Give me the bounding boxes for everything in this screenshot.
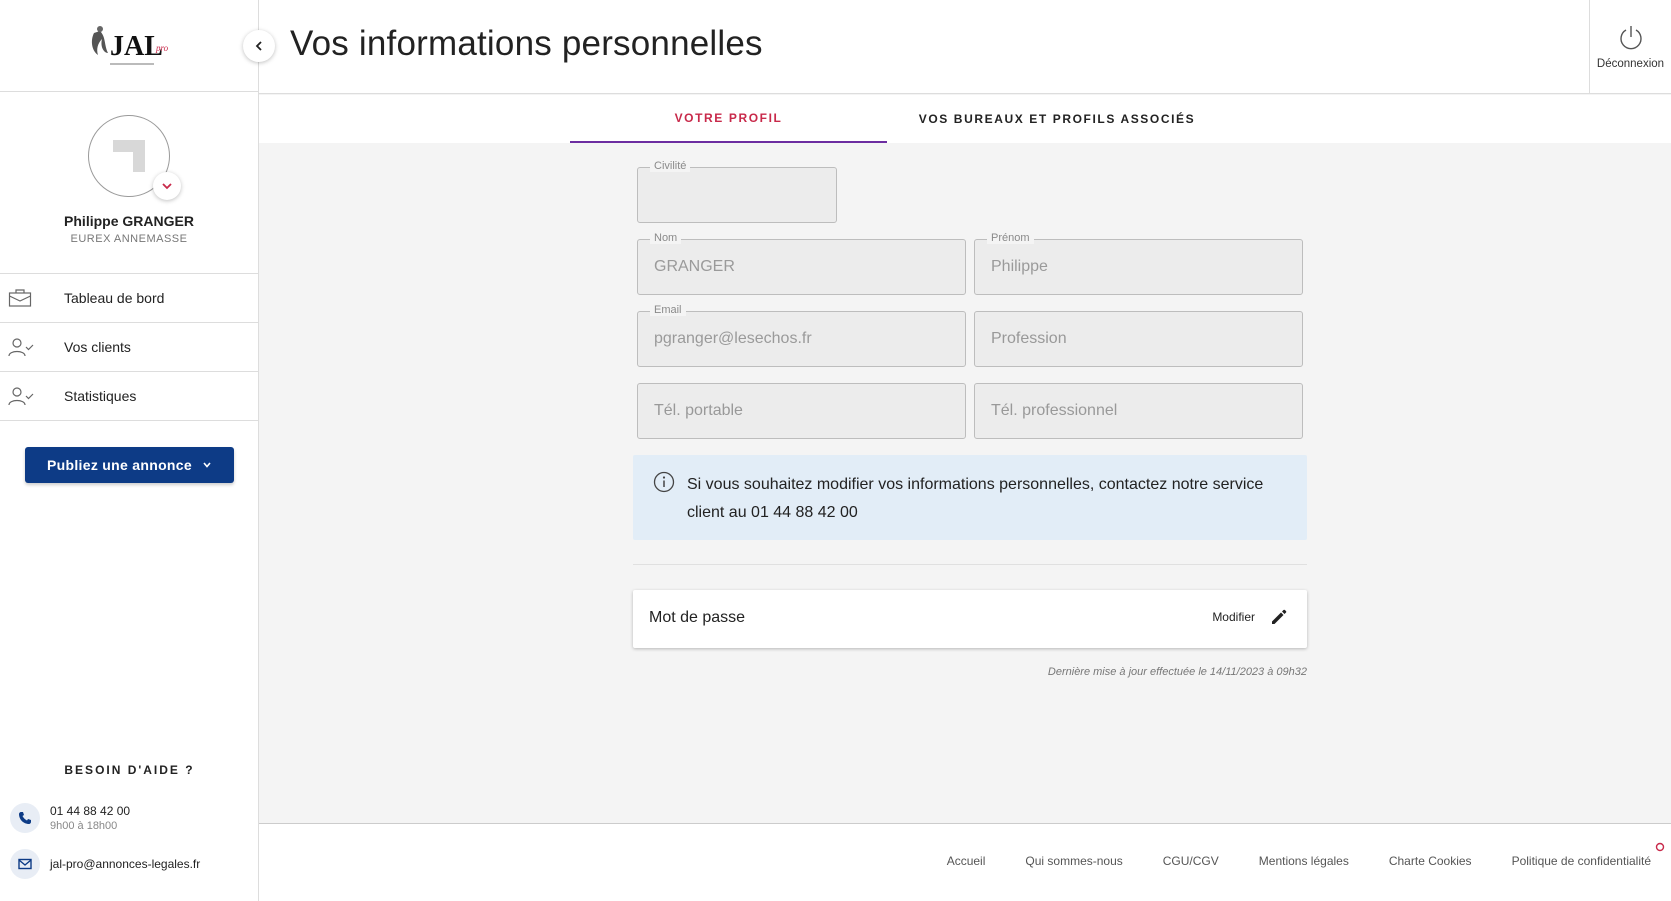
page-title: Vos informations personnelles xyxy=(290,24,763,63)
footer-links: Accueil Qui sommes-nous CGU/CGV Mentions… xyxy=(907,854,1651,868)
help-email[interactable]: jal-pro@annonces-legales.fr xyxy=(10,849,200,879)
avatar[interactable] xyxy=(88,115,181,200)
modify-label: Modifier xyxy=(1212,610,1255,624)
footer-link-cgu-cgv[interactable]: CGU/CGV xyxy=(1163,854,1219,868)
mail-icon xyxy=(10,849,40,879)
help-hours: 9h00 à 18h00 xyxy=(50,820,118,832)
help-phone[interactable]: 01 44 88 42 00 9h00 à 18h00 xyxy=(10,803,130,833)
sidebar-item-label: Statistiques xyxy=(64,388,137,404)
sidebar-item-statistiques[interactable]: Statistiques xyxy=(0,372,258,421)
tab-bureaux-profils[interactable]: VOS BUREAUX ET PROFILS ASSOCIÉS xyxy=(887,95,1227,143)
prenom-label: Prénom xyxy=(987,232,1034,244)
civilite-label: Civilité xyxy=(650,160,691,172)
footer-link-qui-sommes-nous[interactable]: Qui sommes-nous xyxy=(1025,854,1122,868)
info-icon xyxy=(653,471,675,498)
ring-icon xyxy=(1655,842,1665,852)
profession-field[interactable]: Profession xyxy=(974,311,1303,367)
user-check-icon xyxy=(0,337,64,357)
tel-pro-placeholder: Tél. professionnel xyxy=(991,402,1118,419)
divider xyxy=(633,564,1307,565)
sidebar-item-vos-clients[interactable]: Vos clients xyxy=(0,323,258,372)
collapse-sidebar-button[interactable] xyxy=(243,30,275,62)
prenom-field[interactable]: Prénom Philippe xyxy=(974,232,1303,295)
header: Vos informations personnelles Déconnexio… xyxy=(259,0,1671,94)
logo-area: JAL pro xyxy=(0,0,275,92)
civilite-field[interactable]: Civilité xyxy=(637,160,837,223)
svg-text:JAL: JAL xyxy=(110,31,163,62)
email-label: Email xyxy=(650,304,686,316)
nom-field[interactable]: Nom GRANGER xyxy=(637,232,966,295)
email-value: pgranger@lesechos.fr xyxy=(654,330,812,347)
user-profile: Philippe GRANGER EUREX ANNEMASSE xyxy=(0,92,258,274)
chevron-down-icon xyxy=(162,183,172,190)
help-email-address: jal-pro@annonces-legales.fr xyxy=(50,857,201,871)
tabs-bar: VOTRE PROFIL VOS BUREAUX ET PROFILS ASSO… xyxy=(259,95,1671,143)
publish-ad-button[interactable]: Publiez une annonce xyxy=(25,447,234,483)
footer-link-accueil[interactable]: Accueil xyxy=(947,854,986,868)
prenom-value: Philippe xyxy=(991,258,1048,275)
avatar-menu-toggle[interactable] xyxy=(153,172,181,200)
sidebar-item-label: Vos clients xyxy=(64,339,131,355)
email-field[interactable]: Email pgranger@lesechos.fr xyxy=(637,304,966,367)
user-office: EUREX ANNEMASSE xyxy=(70,233,188,245)
footer: Accueil Qui sommes-nous CGU/CGV Mentions… xyxy=(259,823,1671,901)
help-phone-number: 01 44 88 42 00 xyxy=(50,804,131,818)
chevron-left-icon xyxy=(255,41,262,51)
sidebar-item-tableau-de-bord[interactable]: Tableau de bord xyxy=(0,274,258,323)
footer-link-charte-cookies[interactable]: Charte Cookies xyxy=(1389,854,1472,868)
modify-password-button[interactable]: Modifier xyxy=(1212,607,1289,627)
nom-value: GRANGER xyxy=(654,258,735,275)
edit-pencil-icon xyxy=(1272,609,1287,624)
logout-label: Déconnexion xyxy=(1596,58,1665,70)
phone-icon xyxy=(10,803,40,833)
nom-label: Nom xyxy=(650,232,682,244)
user-name: Philippe GRANGER xyxy=(64,213,194,229)
info-box: Si vous souhaitez modifier vos informati… xyxy=(633,455,1307,540)
publish-ad-label: Publiez une annonce xyxy=(47,457,192,473)
tel-pro-field[interactable]: Tél. professionnel xyxy=(974,383,1303,439)
password-card: Mot de passe Modifier xyxy=(633,590,1307,648)
info-message: Si vous souhaitez modifier vos informati… xyxy=(687,476,1264,521)
last-update-text: Dernière mise à jour effectuée le 14/11/… xyxy=(1047,666,1307,678)
sidebar: JAL pro Philippe GRANGER EUREX ANNEMASSE… xyxy=(0,0,275,901)
logout-button[interactable]: Déconnexion xyxy=(1589,0,1671,94)
password-label: Mot de passe xyxy=(649,609,746,626)
sidebar-item-label: Tableau de bord xyxy=(64,290,165,306)
avatar-placeholder-icon xyxy=(113,140,145,172)
tel-portable-field[interactable]: Tél. portable xyxy=(637,383,966,439)
footer-link-mentions-legales[interactable]: Mentions légales xyxy=(1259,854,1349,868)
footer-link-politique-confidentialite[interactable]: Politique de confidentialité xyxy=(1512,854,1651,868)
user-check-icon xyxy=(0,386,64,406)
briefcase-icon xyxy=(0,288,64,308)
svg-text:pro: pro xyxy=(155,43,169,53)
jal-logo[interactable]: JAL pro xyxy=(84,16,174,76)
help-title: BESOIN D'AIDE ? xyxy=(64,763,195,777)
tel-portable-placeholder: Tél. portable xyxy=(654,402,743,419)
profession-placeholder: Profession xyxy=(991,330,1067,347)
tab-votre-profil[interactable]: VOTRE PROFIL xyxy=(570,95,887,143)
chevron-down-icon xyxy=(202,460,212,470)
power-icon xyxy=(1619,26,1642,50)
